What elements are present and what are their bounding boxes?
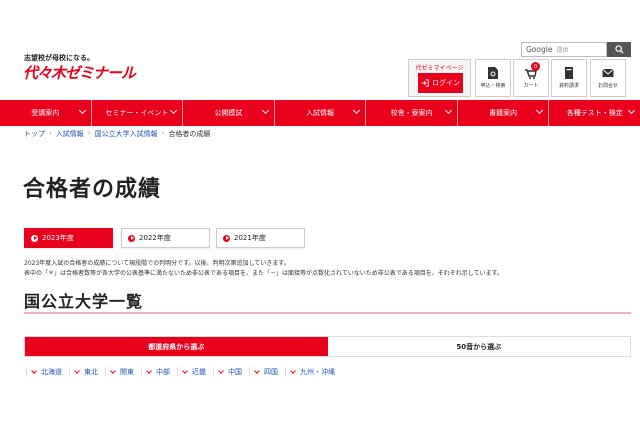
- site-logo[interactable]: 代々木ゼミナール: [23, 62, 136, 83]
- nav-item-label: 校舎・寮案内: [390, 109, 433, 117]
- search-icon: [614, 45, 624, 54]
- chevron-down-icon: [254, 367, 260, 374]
- search-button[interactable]: [607, 42, 631, 57]
- site-header: 志望校が母校になる。 代々木ゼミナール Google 提供 代ゼミマイページ ロ…: [0, 0, 640, 100]
- chevron-down-icon: [78, 106, 86, 115]
- mail-icon: [602, 65, 614, 79]
- section-title: 国公立大学一覧: [24, 292, 144, 311]
- chevron-down-icon: [74, 367, 80, 374]
- mypage-title: 代ゼミマイページ: [415, 65, 464, 72]
- nav-item-label: セミナー・イベント: [105, 109, 169, 117]
- nav-item-seminar-event[interactable]: セミナー・イベント: [92, 100, 184, 126]
- cart-icon: 0: [525, 62, 540, 79]
- breadcrumb-link-top[interactable]: トップ: [24, 129, 45, 139]
- arrow-circle-icon: [128, 234, 135, 242]
- apply-search-label: 申込・検索: [480, 83, 506, 89]
- breadcrumb-link-national-exam-info[interactable]: 国公立大学入試情報: [95, 129, 158, 139]
- request-materials-button[interactable]: 資料請求: [551, 59, 587, 97]
- login-icon: [421, 79, 429, 87]
- nav-item-course-guide[interactable]: 受講案内: [0, 100, 92, 126]
- cart-label: カート: [523, 83, 539, 89]
- nav-item-tests[interactable]: 各種テスト・検定: [549, 100, 640, 126]
- nav-item-campus-dorm[interactable]: 校舎・寮案内: [366, 100, 458, 126]
- breadcrumb-separator: ›: [161, 129, 165, 137]
- chevron-down-icon: [353, 106, 361, 115]
- arrow-circle-icon: [31, 234, 38, 242]
- breadcrumb-link-exam-info[interactable]: 入試情報: [56, 129, 84, 139]
- tab-label: 2022年度: [139, 234, 171, 242]
- selection-tabs: 都道府県から選ぶ 50音から選ぶ: [24, 336, 631, 357]
- contact-button[interactable]: お問合せ: [590, 59, 626, 97]
- apply-search-button[interactable]: 申込・検索: [475, 59, 511, 97]
- tab-by-prefecture[interactable]: 都道府県から選ぶ: [25, 337, 328, 356]
- nav-item-books[interactable]: 書籍案内: [458, 100, 550, 126]
- document-search-icon: [487, 65, 499, 79]
- region-label: 近畿: [192, 368, 206, 376]
- nav-item-mock-exams[interactable]: 公開模試: [183, 100, 275, 126]
- login-button[interactable]: ログイン: [418, 73, 463, 93]
- contact-label: お問合せ: [597, 83, 618, 89]
- site-search: Google 提供: [521, 42, 631, 57]
- chevron-down-icon: [444, 106, 452, 115]
- global-nav: 受講案内 セミナー・イベント 公開模試 入試情報 校舎・寮案内 書籍案内 各種テ…: [0, 100, 640, 126]
- tab-label: 2021年度: [234, 234, 266, 242]
- breadcrumb-separator: ›: [49, 129, 52, 137]
- region-label: 北海道: [41, 368, 62, 376]
- chevron-down-icon: [628, 106, 636, 115]
- login-label: ログイン: [432, 79, 460, 87]
- breadcrumb: トップ › 入試情報 › 国公立大学入試情報 › 合格者の成績: [24, 129, 210, 139]
- chevron-down-icon: [182, 367, 188, 374]
- search-brand: Google: [526, 45, 553, 54]
- region-link-chugoku[interactable]: 中国: [213, 367, 249, 377]
- region-label: 中国: [228, 368, 242, 376]
- book-icon: [563, 65, 575, 79]
- tab-2022[interactable]: 2022年度: [121, 228, 210, 248]
- breadcrumb-separator: ›: [87, 129, 91, 137]
- chevron-down-icon: [536, 106, 544, 115]
- chevron-down-icon: [290, 367, 296, 374]
- note-text: 2023年度入試の合格者の成績について現段階での判明分です。以後、判明次第追加し…: [24, 260, 290, 267]
- note-text: 表中の「＊」は合格者数等が各大学の公表基準に満たないため非公表である項目を、また…: [24, 270, 503, 277]
- mypage-panel: 代ゼミマイページ ログイン: [408, 59, 471, 97]
- tab-2021[interactable]: 2021年度: [216, 228, 305, 248]
- region-link-chubu[interactable]: 中部: [141, 367, 177, 377]
- search-input[interactable]: Google 提供: [521, 42, 607, 57]
- nav-item-label: 公開模試: [214, 109, 243, 117]
- chevron-down-icon: [146, 367, 152, 374]
- region-label: 九州・沖縄: [300, 368, 335, 376]
- region-link-hokkaido[interactable]: 北海道: [26, 367, 69, 377]
- region-links: 北海道 東北 関東 中部 近畿 中国 四国 九州・沖縄: [26, 367, 342, 377]
- nav-item-label: 受講案内: [31, 109, 60, 117]
- search-placeholder: 提供: [556, 47, 569, 54]
- chevron-down-icon: [31, 367, 37, 374]
- cart-button[interactable]: 0 カート: [513, 59, 549, 97]
- region-link-tohoku[interactable]: 東北: [69, 367, 105, 377]
- arrow-circle-icon: [223, 234, 230, 242]
- cart-count-badge: 0: [531, 62, 540, 71]
- region-label: 東北: [84, 368, 98, 376]
- tab-2023[interactable]: 2023年度: [24, 228, 113, 248]
- tab-label: 2023年度: [42, 234, 74, 242]
- region-link-kanto[interactable]: 関東: [105, 367, 141, 377]
- region-label: 四国: [264, 368, 278, 376]
- region-link-kyushu-okinawa[interactable]: 九州・沖縄: [285, 367, 342, 377]
- region-link-kinki[interactable]: 近畿: [177, 367, 213, 377]
- page-title: 合格者の成績: [23, 177, 162, 202]
- region-link-shikoku[interactable]: 四国: [249, 367, 285, 377]
- year-tabs: 2023年度 2022年度 2021年度: [24, 228, 305, 248]
- region-label: 関東: [120, 368, 134, 376]
- chevron-down-icon: [261, 106, 269, 115]
- region-label: 中部: [156, 368, 170, 376]
- nav-item-exam-info[interactable]: 入試情報: [275, 100, 367, 126]
- tab-by-kana[interactable]: 50音から選ぶ: [327, 337, 630, 356]
- section-divider: [24, 312, 631, 314]
- chevron-down-icon: [110, 367, 116, 374]
- chevron-down-icon: [218, 367, 224, 374]
- nav-item-label: 入試情報: [306, 109, 335, 117]
- chevron-down-icon: [170, 106, 178, 115]
- nav-item-label: 各種テスト・検定: [566, 109, 623, 117]
- request-materials-label: 資料請求: [558, 83, 579, 89]
- breadcrumb-current: 合格者の成績: [168, 130, 211, 138]
- nav-item-label: 書籍案内: [489, 109, 518, 117]
